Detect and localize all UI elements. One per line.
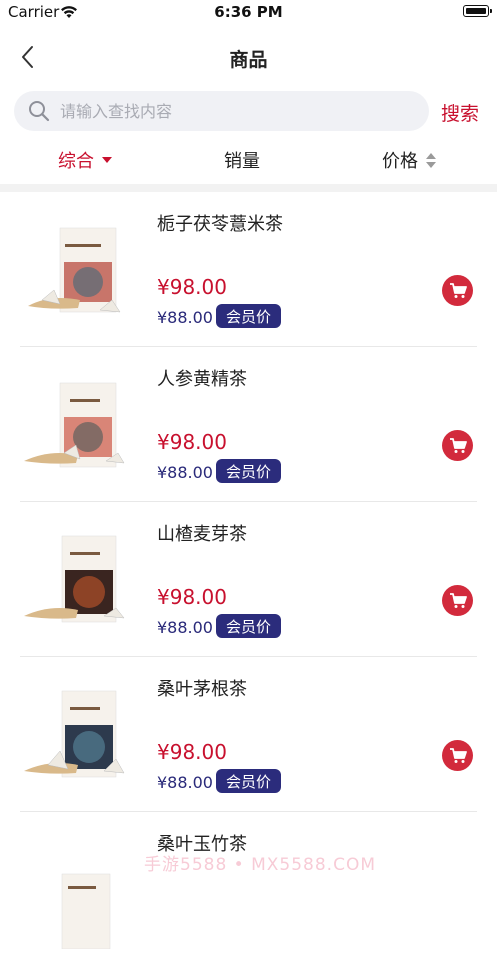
product-item[interactable]: 人参黄精茶 ¥98.00 ¥88.00 会员价 xyxy=(0,347,497,502)
member-price-badge: 会员价 xyxy=(216,614,282,638)
product-price: ¥98.00 xyxy=(157,585,227,609)
product-image xyxy=(24,690,125,778)
product-name: 山楂麦芽茶 xyxy=(157,524,247,545)
member-price: ¥88.00 xyxy=(157,463,213,482)
product-image xyxy=(24,535,125,623)
watermark: 手游5588 • MX5588.COM xyxy=(144,855,376,875)
add-to-cart-button[interactable] xyxy=(442,430,473,461)
product-item[interactable]: 桑叶茅根茶 ¥98.00 ¥88.00 会员价 xyxy=(0,657,497,812)
add-to-cart-button[interactable] xyxy=(442,740,473,771)
sort-comprehensive-label: 综合 xyxy=(58,151,94,172)
product-name: 桑叶茅根茶 xyxy=(157,679,247,700)
sort-sales-tab[interactable]: 销量 xyxy=(224,147,260,173)
add-to-cart-button[interactable] xyxy=(442,275,473,306)
sort-arrows-icon xyxy=(426,152,436,168)
sort-price-tab[interactable]: 价格 xyxy=(382,147,436,173)
member-price: ¥88.00 xyxy=(157,308,213,327)
sort-comprehensive-tab[interactable]: 综合 xyxy=(58,147,112,173)
section-divider xyxy=(0,184,497,192)
cart-icon xyxy=(449,437,467,453)
member-price-badge: 会员价 xyxy=(216,459,282,483)
cart-icon xyxy=(449,282,467,298)
sort-sales-label: 销量 xyxy=(224,151,260,172)
caret-down-icon xyxy=(102,157,112,163)
product-name: 人参黄精茶 xyxy=(157,369,247,390)
product-item[interactable]: 山楂麦芽茶 ¥98.00 ¥88.00 会员价 xyxy=(0,502,497,657)
cart-icon xyxy=(449,592,467,608)
product-item[interactable]: 栀子茯苓薏米茶 ¥98.00 ¥88.00 会员价 xyxy=(0,192,497,347)
sort-price-label: 价格 xyxy=(382,151,418,172)
battery-icon xyxy=(463,5,492,17)
search-input[interactable] xyxy=(58,100,392,122)
cart-icon xyxy=(449,747,467,763)
clock: 6:36 PM xyxy=(214,3,283,21)
search-bar xyxy=(14,91,429,131)
product-price: ¥98.00 xyxy=(157,740,227,764)
search-button[interactable]: 搜索 xyxy=(441,99,479,126)
add-to-cart-button[interactable] xyxy=(442,585,473,616)
member-price-badge: 会员价 xyxy=(216,304,282,328)
product-price: ¥98.00 xyxy=(157,430,227,454)
product-image xyxy=(61,873,111,949)
product-name: 栀子茯苓薏米茶 xyxy=(157,214,283,235)
page-title: 商品 xyxy=(229,49,268,71)
product-price: ¥98.00 xyxy=(157,275,227,299)
member-price: ¥88.00 xyxy=(157,618,213,637)
product-image xyxy=(24,382,125,468)
product-item[interactable]: 桑叶玉竹茶 xyxy=(0,812,497,967)
member-price: ¥88.00 xyxy=(157,773,213,792)
search-icon xyxy=(28,100,50,122)
status-bar: Carrier 6:36 PM xyxy=(0,0,497,26)
sort-bar: 综合 销量 价格 xyxy=(0,138,497,180)
member-price-badge: 会员价 xyxy=(216,769,282,793)
nav-bar: 商品 xyxy=(0,34,497,82)
product-image xyxy=(28,227,121,313)
